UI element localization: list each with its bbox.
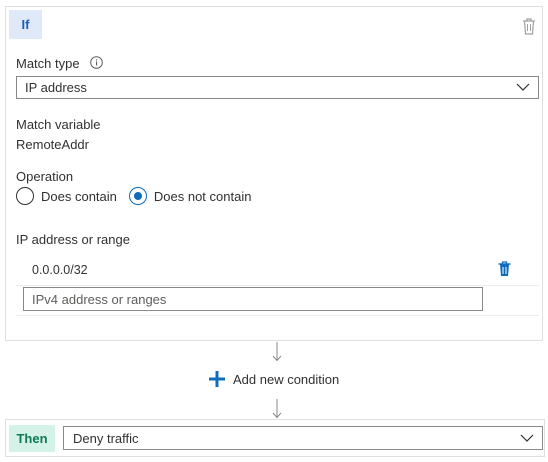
if-badge: If — [9, 10, 42, 39]
radio-does-not-contain[interactable]: Does not contain — [128, 187, 252, 205]
radio-circle — [16, 187, 34, 205]
ip-range-label: IP address or range — [16, 232, 130, 247]
match-variable-value: RemoteAddr — [16, 137, 89, 152]
match-type-dropdown[interactable]: IP address — [16, 76, 539, 99]
action-dropdown[interactable]: Deny traffic — [63, 426, 543, 450]
info-icon[interactable] — [90, 56, 103, 69]
add-new-condition-label: Add new condition — [233, 371, 340, 387]
match-variable-label: Match variable — [16, 117, 101, 132]
action-value: Deny traffic — [73, 430, 139, 446]
operation-radio-group: Does contain Does not contain — [16, 187, 251, 205]
match-type-label: Match type — [16, 56, 80, 71]
radio-label: Does contain — [41, 188, 117, 204]
trash-icon[interactable] — [522, 17, 536, 35]
chevron-down-icon — [520, 434, 534, 442]
radio-circle-selected — [128, 187, 147, 205]
then-action-card: Then Deny traffic — [5, 419, 545, 457]
add-new-condition-button[interactable]: Add new condition — [209, 371, 339, 387]
ip-address-input[interactable] — [23, 287, 483, 311]
arrow-down-icon — [272, 342, 282, 362]
chevron-down-icon — [516, 83, 530, 91]
ip-entry-value: 0.0.0.0/32 — [32, 263, 88, 277]
trash-icon[interactable] — [498, 261, 511, 277]
then-badge: Then — [9, 425, 55, 452]
radio-label: Does not contain — [153, 188, 252, 204]
if-condition-card: If Match type IP address Match variable … — [5, 6, 543, 341]
arrow-down-icon — [272, 399, 282, 419]
match-type-value: IP address — [25, 80, 87, 95]
plus-icon — [209, 371, 225, 387]
ip-entry-row: 0.0.0.0/32 — [16, 254, 539, 286]
operation-label: Operation — [16, 169, 74, 184]
ip-input-row — [16, 286, 539, 316]
radio-does-contain[interactable]: Does contain — [16, 187, 117, 205]
